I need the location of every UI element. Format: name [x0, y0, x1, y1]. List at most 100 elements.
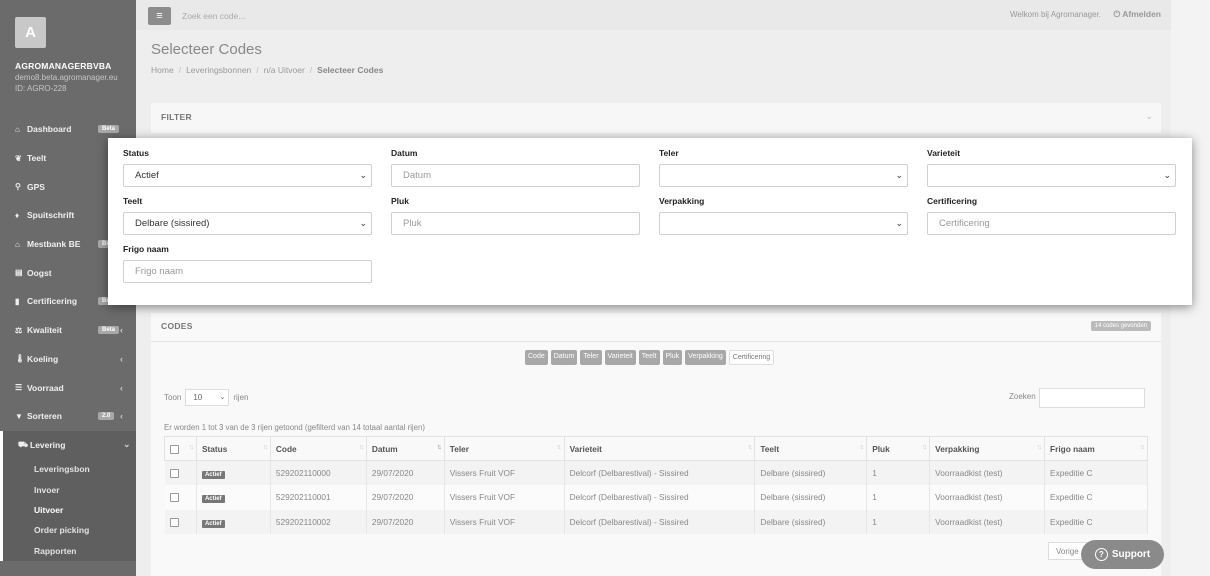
pluk-input[interactable] [391, 212, 640, 235]
frigo-naam-input[interactable] [123, 260, 372, 283]
breadcrumb: Home / Leveringsbonnen / n/a Uitvoer / Sele… [151, 65, 383, 75]
column-header-status[interactable]: Status ↑↓ [195, 436, 271, 461]
filter-icon: ▼ [15, 411, 23, 421]
pluk-field: Pluk [391, 196, 640, 235]
status-badge: Actief [201, 519, 225, 528]
cell-datum: 29/07/2020 [366, 509, 445, 534]
logout-link[interactable]: ⏻ Afmelden [1114, 9, 1162, 20]
avatar[interactable]: A [15, 17, 46, 48]
column-toggle-pluk[interactable]: Pluk [662, 350, 683, 365]
sidebar-item-koeling[interactable]: 🌡 Koeling ‹ [0, 345, 136, 374]
status-badge: Actief [201, 471, 225, 479]
status-cell: Actief [196, 509, 271, 534]
cell-teelt: Delbare (sissired) [754, 485, 868, 510]
column-header-verpakking[interactable]: Verpakking ↑↓ [929, 436, 1046, 461]
sort-icon: ↑↓ [859, 444, 864, 451]
code-search-input[interactable] [182, 8, 482, 24]
cell-teler: Vissers Fruit VOF [444, 460, 565, 485]
support-button[interactable]: ? Support [1081, 540, 1164, 569]
breadcrumb-uitvoer[interactable]: n/a Uitvoer [264, 65, 305, 75]
list-icon: ☰ [15, 383, 23, 393]
sort-icon: ↑↓ [188, 444, 194, 451]
breadcrumb-home[interactable]: Home [151, 65, 174, 75]
column-toggle-certificering[interactable]: Certificering [728, 350, 775, 365]
frigo-naam-field: Frigo naam [123, 244, 372, 283]
column-toggle-verpakking[interactable]: Verpakking [685, 350, 726, 365]
cell-pluk: 1 [866, 509, 931, 534]
table-row[interactable]: Actief 529202110001 29/07/2020 Vissers Frui… [164, 485, 1148, 510]
teelt-field: Teelt Delbare (sissired) ⌄ [123, 196, 372, 235]
row-checkbox[interactable] [169, 493, 179, 503]
sidebar-item-kwaliteit[interactable]: ⚖ Kwaliteit Beta ‹ [0, 316, 136, 345]
column-header-varieteit[interactable]: Varieteit ↑↓ [563, 436, 756, 461]
certificate-icon: ▮ [15, 296, 20, 306]
status-field: Status Actief ⌄ [123, 148, 372, 187]
breadcrumb-leveringsbonnen[interactable]: Leveringsbonnen [186, 65, 251, 75]
row-checkbox[interactable] [169, 469, 179, 479]
account-id: ID: AGRO-228 [15, 84, 67, 93]
column-header-datum[interactable]: Datum ↑↓ [365, 436, 445, 461]
row-checkbox[interactable] [169, 517, 179, 527]
bank-icon: ⌂ [15, 239, 20, 249]
sort-icon: ↑↓ [358, 444, 364, 451]
account-email: demo8.beta.agromanager.eu [15, 73, 118, 82]
divider [151, 341, 1161, 342]
column-toggle-varieteit[interactable]: Varieteit [604, 350, 636, 365]
column-toggle-code[interactable]: Code [525, 350, 548, 365]
status-select[interactable]: Actief ⌄ [123, 164, 372, 187]
verpakking-label: Verpakking [659, 196, 705, 206]
sidebar-subitem-leveringsbon[interactable]: Leveringsbon [3, 459, 136, 479]
datum-input[interactable] [391, 164, 640, 187]
select-all-checkbox[interactable] [170, 444, 179, 454]
menu-toggle-button[interactable]: ≡ [148, 7, 171, 25]
sidebar-subitem-uitvoer[interactable]: Uitvoer [3, 500, 136, 520]
column-toggle-teler[interactable]: Teler [580, 350, 602, 365]
certificering-input[interactable] [927, 212, 1176, 235]
page-length-value: 10 [193, 393, 203, 402]
row-select-cell [164, 485, 197, 510]
sidebar-subitem-invoer[interactable]: Invoer [3, 480, 136, 500]
basket-icon: ▤ [15, 268, 23, 278]
page-length-label: Toon [164, 393, 182, 402]
column-header-teler[interactable]: Teler ↑↓ [443, 436, 565, 461]
chevron-down-icon: ⌄ [895, 218, 903, 228]
topbar: ≡ Welkom bij Agromanager. ⏻ Afmelden [136, 0, 1171, 30]
column-header-pluk[interactable]: Pluk ↑↓ [866, 436, 931, 461]
sidebar-item-levering[interactable]: ⛟ Levering ⌄ [0, 430, 136, 460]
sidebar-item-label: Mestbank BE [27, 239, 81, 250]
column-toggle-teelt[interactable]: Teelt [638, 350, 660, 365]
column-header-code[interactable]: Code ↑↓ [269, 436, 367, 461]
verpakking-field: Verpakking ⌄ [659, 196, 908, 235]
sidebar-item-label: Sorteren [27, 411, 62, 422]
teelt-select[interactable]: Delbare (sissired) ⌄ [123, 212, 372, 235]
balance-icon: ⚖ [15, 325, 23, 335]
column-header-teelt[interactable]: Teelt ↑↓ [754, 436, 868, 461]
breadcrumb-current: Selecteer Codes [317, 65, 384, 75]
sidebar-item-label: Teelt [27, 153, 47, 164]
verpakking-select[interactable]: ⌄ [659, 212, 908, 235]
table-row[interactable]: Actief 529202110002 29/07/2020 Vissers Frui… [164, 509, 1148, 534]
frigo-naam-label: Frigo naam [123, 244, 169, 254]
page-length-select[interactable]: 10 ⌄ [185, 389, 230, 406]
chevron-down-icon[interactable]: ⌄ [1145, 111, 1153, 122]
sidebar-item-label: Spuitschrift [27, 210, 75, 221]
sidebar-subitem-rapporten[interactable]: Rapporten [3, 540, 136, 560]
table-row[interactable]: Actief 529202110000 29/07/2020 Vissers Frui… [164, 460, 1148, 485]
status-label: Status [123, 148, 149, 158]
sidebar-item-sorteren[interactable]: ▼ Sorteren 2.0 ‹ [0, 402, 136, 431]
cell-code: 529202110001 [270, 485, 367, 510]
teler-select[interactable]: ⌄ [659, 164, 908, 187]
varieteit-select[interactable]: ⌄ [927, 164, 1176, 187]
column-toggles: Code Datum Teler Varieteit Teelt Pluk Verpakki… [525, 350, 775, 365]
cell-datum: 29/07/2020 [366, 485, 445, 510]
chevron-left-icon: ‹ [120, 325, 123, 336]
teler-label: Teler [659, 148, 679, 158]
sidebar-subitem-order-picking[interactable]: Order picking [3, 520, 136, 540]
sidebar-item-voorraad[interactable]: ☰ Voorraad ‹ [0, 373, 136, 402]
status-cell: Actief [196, 460, 271, 485]
table-info: Er worden 1 tot 3 van de 3 rijen getoond… [164, 423, 425, 432]
column-header-frigo-naam[interactable]: Frigo naam ↑↓ [1044, 436, 1148, 461]
column-toggle-datum[interactable]: Datum [550, 350, 578, 365]
table-search-input[interactable] [1039, 388, 1145, 408]
certificering-field: Certificering [927, 196, 1176, 235]
